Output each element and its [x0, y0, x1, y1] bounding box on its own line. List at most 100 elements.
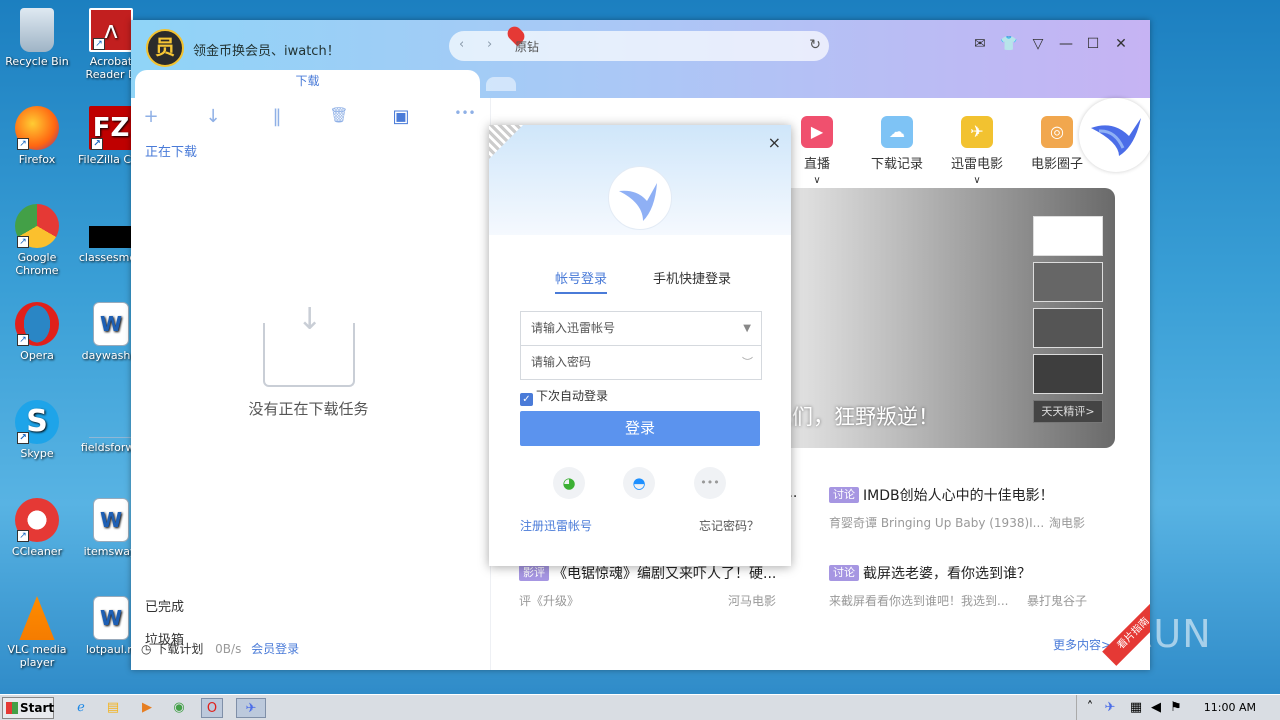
login-button[interactable]: 登录 — [520, 411, 760, 446]
news-tag: 影评 — [519, 565, 549, 581]
address-bar: ‹ › ↻ — [449, 23, 829, 61]
desktop-icon-opera[interactable]: ↗ Opera — [0, 302, 74, 362]
clock[interactable]: 11:00 AM — [1204, 701, 1256, 714]
member-login-link[interactable]: 会员登录 — [251, 642, 299, 656]
word-doc-icon: W — [93, 596, 129, 640]
film-reel-icon: ◎ — [1041, 116, 1073, 148]
desktop-icon-label: Opera — [20, 349, 54, 362]
desktop-icon-recycle-bin[interactable]: Recycle Bin — [0, 8, 74, 68]
password-placeholder: 请输入密码 — [531, 355, 592, 369]
thunder-logo-icon — [608, 166, 672, 230]
cloud-icon: ☁ — [881, 116, 913, 148]
qq-icon[interactable]: ◓ — [623, 467, 655, 499]
skin-icon[interactable]: 👕 — [998, 36, 1020, 52]
tv-icon: ▶ — [801, 116, 833, 148]
tab-downloading[interactable]: 正在下载 — [145, 141, 197, 160]
news-source[interactable]: 淘电影 — [1049, 514, 1085, 531]
back-icon[interactable]: ‹ — [459, 37, 464, 52]
banner-thumbnail[interactable] — [1033, 354, 1103, 394]
explorer-icon[interactable]: ▤ — [102, 698, 124, 718]
tab-browser[interactable] — [486, 77, 516, 91]
start-download-icon[interactable]: ↓ — [201, 106, 225, 127]
phone-icon[interactable]: ▣ — [389, 106, 413, 127]
account-field[interactable]: 请输入迅雷帐号 ▼ — [520, 311, 762, 346]
banner-thumbnail[interactable] — [1033, 216, 1103, 256]
desktop-icon-skype[interactable]: S ↗ Skype — [0, 400, 74, 460]
close-icon[interactable]: ✕ — [1110, 36, 1132, 52]
desktop-icon-firefox[interactable]: ↗ Firefox — [0, 106, 74, 166]
pause-icon[interactable]: ‖ — [265, 106, 289, 127]
category-label: 电影圈子 — [1030, 157, 1083, 172]
taskbar: Start ℯ ▤ ▶ ◉ O ✈ ˄ ✈ ▦ ◀ ⚑ 11:00 AM — [0, 694, 1280, 720]
opera-icon[interactable]: O — [201, 698, 223, 718]
news-tag: 讨论 — [829, 565, 859, 581]
minimize-icon[interactable]: — — [1055, 36, 1077, 52]
mail-icon[interactable]: ✉ — [969, 36, 991, 52]
media-player-icon[interactable]: ▶ — [136, 698, 158, 718]
filezilla-icon: FZ ↗ — [89, 106, 133, 150]
more-icon[interactable]: ••• — [453, 106, 477, 120]
vip-badge-icon[interactable]: 员 — [146, 29, 184, 67]
news-item[interactable]: 影评 《电锯惊魂》编剧又来吓人了！硬... — [519, 563, 776, 583]
banner-thumbnail[interactable] — [1033, 308, 1103, 348]
add-task-icon[interactable]: + — [139, 106, 163, 127]
password-field[interactable]: 请输入密码 ︶ — [520, 345, 762, 380]
start-button[interactable]: Start — [2, 697, 54, 719]
news-source[interactable]: 河马电影 — [728, 592, 776, 609]
news-title: 截屏选老婆，看你选到谁？ — [863, 566, 1031, 582]
thunder-logo-icon[interactable] — [1079, 98, 1150, 172]
news-item[interactable]: 讨论 IMDB创始人心中的十佳电影！ — [829, 485, 1054, 505]
desktop-icon-chrome[interactable]: ↗ Google Chrome — [0, 204, 74, 277]
chrome-icon[interactable]: ◉ — [168, 698, 190, 718]
category-live[interactable]: ▶ 直播 ∨ — [782, 116, 852, 187]
sidebar-item-completed[interactable]: 已完成 — [145, 596, 184, 615]
dropdown-arrow-icon[interactable]: ▼ — [743, 312, 751, 345]
wechat-icon[interactable]: ◕ — [553, 467, 585, 499]
windows-flag-icon — [6, 702, 18, 714]
volume-icon[interactable]: ◀ — [1145, 698, 1167, 718]
clock-icon: ◷ — [141, 642, 152, 656]
maximize-icon[interactable]: ☐ — [1082, 36, 1104, 52]
auto-login-checkbox[interactable]: ✓ 下次自动登录 — [520, 387, 608, 406]
daily-review-link[interactable]: 天天精评> — [1033, 400, 1103, 423]
tab-phone-login[interactable]: 手机快捷登录 — [653, 268, 731, 287]
forgot-password-link[interactable]: 忘记密码？ — [699, 517, 759, 534]
network-icon[interactable]: ▦ — [1125, 698, 1147, 718]
thunder-taskbar-icon[interactable]: ✈ — [236, 698, 266, 718]
refresh-icon[interactable]: ↻ — [809, 37, 821, 53]
flag-icon[interactable]: ⚑ — [1165, 698, 1187, 718]
corner-ribbon[interactable]: 看片指南 — [1102, 602, 1150, 666]
corner-ribbon-label: 看片指南 — [1115, 615, 1150, 652]
forward-icon[interactable]: › — [487, 37, 492, 52]
ie-icon[interactable]: ℯ — [70, 698, 92, 718]
thunder-bird-icon — [1091, 118, 1141, 156]
menu-dropdown-icon[interactable]: ▽ — [1027, 36, 1049, 52]
close-icon[interactable]: × — [768, 133, 781, 152]
promo-text[interactable]: 领金币换会员、iwatch！ — [193, 40, 340, 59]
delete-icon[interactable]: 🗑 — [327, 106, 351, 124]
category-download-history[interactable]: ☁ 下载记录 — [862, 116, 932, 172]
eye-closed-icon[interactable]: ︶ — [742, 346, 753, 379]
desktop-icon-vlc[interactable]: VLC media player — [0, 596, 74, 669]
news-source[interactable]: 暴打鬼谷子 — [1027, 592, 1087, 609]
category-label: 下载记录 — [870, 157, 923, 172]
tab-account-login[interactable]: 帐号登录 — [555, 268, 608, 294]
system-tray: ˄ ✈ ▦ ◀ ⚑ 11:00 AM — [1076, 695, 1280, 720]
thunder-tray-icon[interactable]: ✈ — [1099, 698, 1121, 718]
tab-download[interactable]: 下载 — [135, 70, 480, 100]
banner-thumbnail[interactable] — [1033, 262, 1103, 302]
desktop-icon-label: Skype — [20, 447, 54, 460]
more-options-icon[interactable]: ••• — [694, 467, 726, 499]
news-title: 《电锯惊魂》编剧又来吓人了！硬... — [553, 566, 777, 582]
checkbox-checked-icon: ✓ — [520, 393, 533, 406]
search-input[interactable] — [515, 37, 795, 55]
desktop-icon-label: VLC media player — [7, 643, 67, 669]
news-item[interactable]: 讨论 截屏选老婆，看你选到谁？ — [829, 563, 1031, 583]
desktop-icon-ccleaner[interactable]: ↗ CCleaner — [0, 498, 74, 558]
opera-icon: ↗ — [15, 302, 59, 346]
show-hidden-icons[interactable]: ˄ — [1079, 698, 1101, 718]
category-thunder-movie[interactable]: ✈ 迅雷电影 ∨ — [942, 116, 1012, 187]
login-dialog: × 帐号登录 手机快捷登录 请输入迅雷帐号 ▼ 请输入密码 ︶ ✓ 下次自动登录 … — [489, 125, 791, 566]
download-plan-link[interactable]: 下载计划 — [155, 642, 203, 656]
register-link[interactable]: 注册迅雷帐号 — [520, 517, 592, 534]
